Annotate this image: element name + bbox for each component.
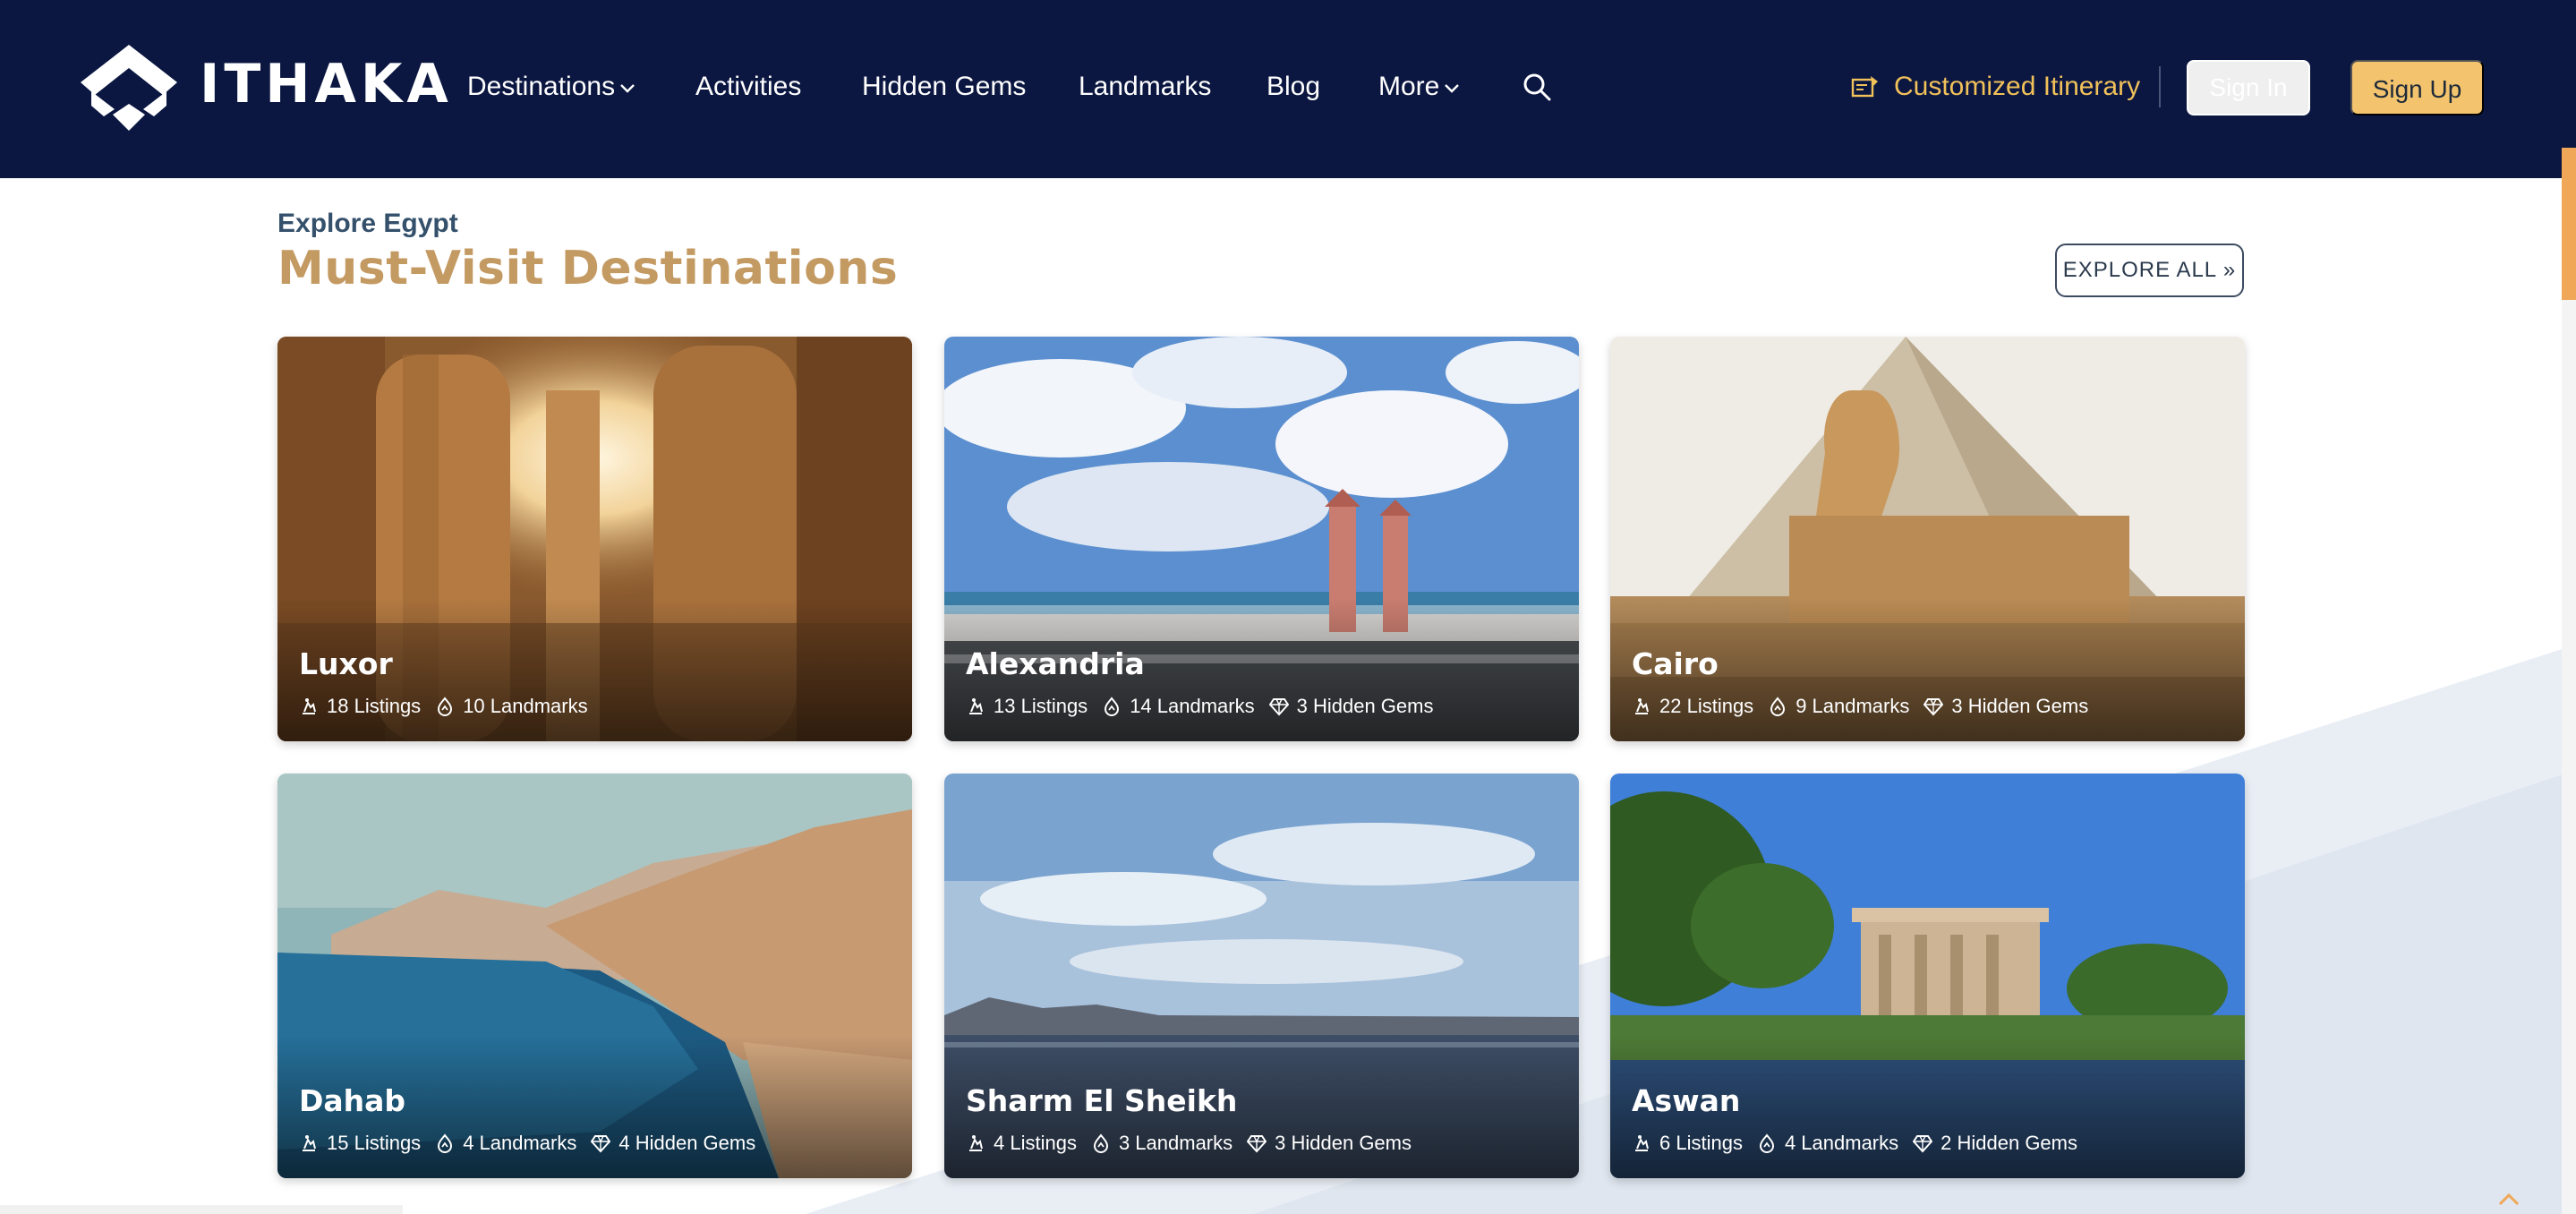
landmarks-count: 10 Landmarks <box>463 695 588 717</box>
chevron-down-icon <box>1445 84 1460 93</box>
landmarks-count: 9 Landmarks <box>1796 695 1910 717</box>
hidden-gems-stat: 4 Hidden Gems <box>591 1132 755 1155</box>
landmarks-stat: 4 Landmarks <box>435 1132 576 1155</box>
destination-name: Sharm El Sheikh <box>966 1083 1238 1118</box>
hidden-gems-count: 3 Hidden Gems <box>1296 695 1434 717</box>
nav-blog-label: Blog <box>1267 72 1321 101</box>
landmark-icon <box>435 1133 455 1153</box>
landmark-icon <box>1091 1133 1111 1153</box>
destination-name: Aswan <box>1632 1083 1741 1118</box>
destination-card-aswan[interactable]: Aswan 6 Listings 4 Landmarks 2 Hidden Ge… <box>1610 774 2245 1178</box>
header-divider <box>2159 66 2161 107</box>
destination-stats: 15 Listings 4 Landmarks 4 Hidden Gems <box>299 1130 770 1157</box>
landmarks-stat: 3 Landmarks <box>1091 1132 1233 1155</box>
nav-more-label: More <box>1378 72 1440 101</box>
nav-destinations-label: Destinations <box>467 72 616 101</box>
listings-icon <box>299 697 319 716</box>
nav-activities-label: Activities <box>695 72 802 101</box>
gem-icon <box>1913 1133 1932 1153</box>
explore-all-button[interactable]: EXPLORE ALL » <box>2055 244 2244 297</box>
nav-landmarks-label: Landmarks <box>1079 72 1212 101</box>
ithaka-mark-icon <box>81 45 177 131</box>
landmark-icon <box>1757 1133 1777 1153</box>
destination-name: Cairo <box>1632 646 1719 681</box>
chevron-down-icon <box>620 84 635 93</box>
sign-in-button[interactable]: Sign In <box>2187 60 2310 115</box>
nav-hidden-gems[interactable]: Hidden Gems <box>862 66 1026 107</box>
destination-name: Luxor <box>299 646 393 681</box>
landmarks-stat: 14 Landmarks <box>1102 695 1255 718</box>
nav-more[interactable]: More <box>1378 66 1461 107</box>
listings-icon <box>1632 1133 1651 1153</box>
nav-activities[interactable]: Activities <box>695 66 801 107</box>
listings-icon <box>966 697 985 716</box>
listings-count: 13 Listings <box>994 695 1088 717</box>
hidden-gems-stat: 3 Hidden Gems <box>1247 1132 1412 1155</box>
destination-stats: 4 Listings 3 Landmarks 3 Hidden Gems <box>966 1130 1426 1157</box>
listings-icon <box>299 1133 319 1153</box>
gem-icon <box>1269 697 1289 716</box>
landmark-icon <box>1768 697 1787 716</box>
hidden-gems-stat: 3 Hidden Gems <box>1923 695 2088 718</box>
nav-destinations[interactable]: Destinations <box>467 66 636 107</box>
brand-name: ITHAKA <box>200 53 453 115</box>
destination-stats: 13 Listings 14 Landmarks 3 Hidden Gems <box>966 693 1447 720</box>
section-kicker: Explore Egypt <box>277 209 458 238</box>
listings-stat: 18 Listings <box>299 695 421 718</box>
listings-icon <box>966 1133 985 1153</box>
destination-card-alexandria[interactable]: Alexandria 13 Listings 14 Landmarks 3 Hi… <box>944 337 1579 741</box>
sign-up-button[interactable]: Sign Up <box>2350 60 2484 115</box>
destination-name: Dahab <box>299 1083 406 1118</box>
hidden-gems-count: 2 Hidden Gems <box>1941 1132 2077 1154</box>
landmark-icon <box>435 697 455 716</box>
gem-icon <box>1247 1133 1267 1153</box>
itinerary-map-icon <box>1851 76 1878 98</box>
hidden-gems-count: 4 Hidden Gems <box>618 1132 756 1154</box>
scrollbar-thumb[interactable] <box>2562 148 2576 300</box>
landmarks-count: 4 Landmarks <box>463 1132 577 1154</box>
landmarks-count: 4 Landmarks <box>1784 1132 1899 1154</box>
destination-card-dahab[interactable]: Dahab 15 Listings 4 Landmarks 4 Hidden G… <box>277 774 912 1178</box>
listings-icon <box>1632 697 1651 716</box>
landmarks-stat: 4 Landmarks <box>1757 1132 1898 1155</box>
nav-blog[interactable]: Blog <box>1267 66 1320 107</box>
hidden-gems-count: 3 Hidden Gems <box>1951 695 2089 717</box>
destination-name: Alexandria <box>966 646 1145 681</box>
destination-card-cairo[interactable]: Cairo 22 Listings 9 Landmarks 3 Hidden G… <box>1610 337 2245 741</box>
chevron-up-icon[interactable] <box>2497 1191 2521 1207</box>
landmarks-stat: 9 Landmarks <box>1768 695 1909 718</box>
gem-icon <box>591 1133 610 1153</box>
listings-count: 15 Listings <box>327 1132 422 1154</box>
listings-stat: 13 Listings <box>966 695 1088 718</box>
gem-icon <box>1923 697 1943 716</box>
listings-stat: 22 Listings <box>1632 695 1753 718</box>
destination-stats: 6 Listings 4 Landmarks 2 Hidden Gems <box>1632 1130 2092 1157</box>
listings-stat: 15 Listings <box>299 1132 421 1155</box>
section-title: Must-Visit Destinations <box>277 242 899 295</box>
hidden-gems-count: 3 Hidden Gems <box>1275 1132 1412 1154</box>
scrollbar-track[interactable] <box>2562 148 2576 1214</box>
listings-stat: 6 Listings <box>1632 1132 1743 1155</box>
site-header: ITHAKA Destinations Activities Hidden Ge… <box>0 0 2576 178</box>
hidden-gems-stat: 2 Hidden Gems <box>1913 1132 2077 1155</box>
nav-landmarks[interactable]: Landmarks <box>1079 66 1211 107</box>
destination-stats: 22 Listings 9 Landmarks 3 Hidden Gems <box>1632 693 2103 720</box>
listings-count: 6 Listings <box>1659 1132 1743 1154</box>
listings-count: 22 Listings <box>1659 695 1754 717</box>
nav-hidden-gems-label: Hidden Gems <box>862 72 1027 101</box>
landmark-icon <box>1102 697 1122 716</box>
listings-stat: 4 Listings <box>966 1132 1077 1155</box>
landmarks-count: 14 Landmarks <box>1130 695 1255 717</box>
hidden-gems-stat: 3 Hidden Gems <box>1269 695 1434 718</box>
landmarks-stat: 10 Landmarks <box>435 695 588 718</box>
brand-logo[interactable]: ITHAKA <box>79 41 448 134</box>
listings-count: 18 Listings <box>327 695 422 717</box>
destination-stats: 18 Listings 10 Landmarks <box>299 693 602 720</box>
listings-count: 4 Listings <box>994 1132 1077 1154</box>
search-icon[interactable] <box>1522 72 1552 102</box>
destination-card-sharm-el-sheikh[interactable]: Sharm El Sheikh 4 Listings 3 Landmarks 3… <box>944 774 1579 1178</box>
landmarks-count: 3 Landmarks <box>1118 1132 1233 1154</box>
destination-card-luxor[interactable]: Luxor 18 Listings 10 Landmarks <box>277 337 912 741</box>
customized-itinerary-label: Customized Itinerary <box>1894 72 2141 101</box>
